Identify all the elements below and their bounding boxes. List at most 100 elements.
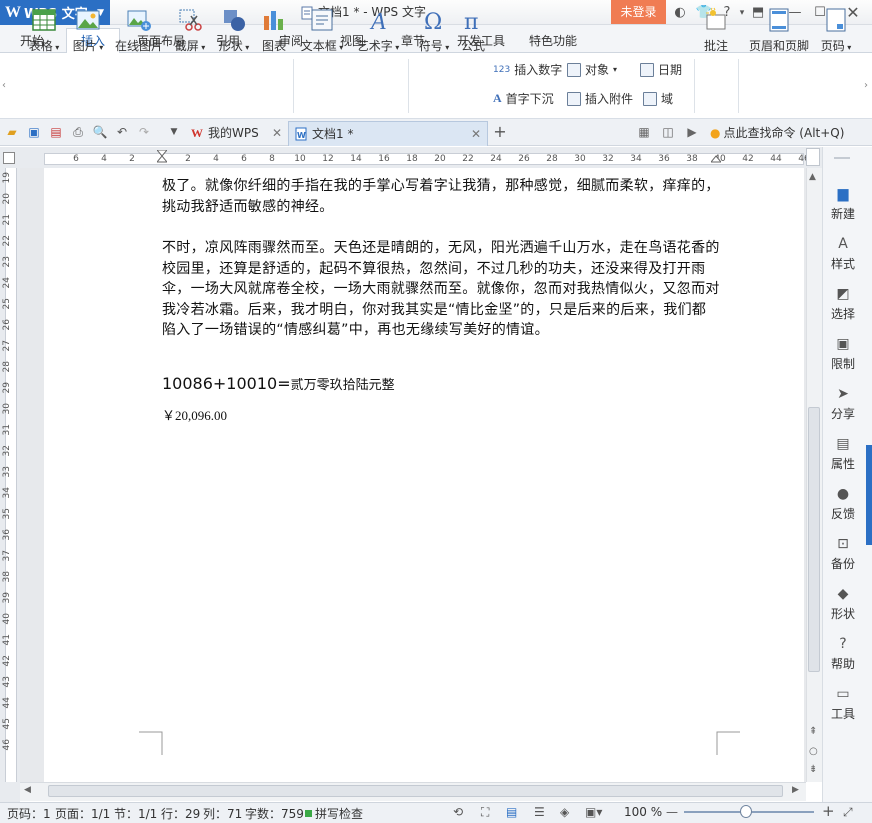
- redo-icon[interactable]: ↷: [136, 124, 152, 140]
- online-picture-button[interactable]: 在线图片: [114, 3, 164, 54]
- zoom-slider-thumb[interactable]: [740, 805, 752, 818]
- side-shape-button[interactable]: ◆ 形状: [824, 586, 862, 622]
- tab-special[interactable]: 特色功能: [529, 29, 577, 53]
- select-browse-icon[interactable]: ○: [809, 746, 818, 757]
- wordart-button[interactable]: A 艺术字 ▾: [354, 3, 402, 54]
- status-row[interactable]: 行：29: [161, 805, 200, 822]
- comment-button[interactable]: 批注: [700, 3, 732, 54]
- object-button[interactable]: 对象 ▾: [567, 61, 617, 78]
- attachment-button[interactable]: 插入附件: [567, 90, 633, 107]
- ruler-tick-label: 38: [686, 154, 698, 164]
- textbox-button[interactable]: 文本框 ▾: [298, 3, 346, 54]
- formula-line[interactable]: 10086+10010=贰万零玖拾陆元整: [162, 374, 395, 393]
- customize-chevron-icon[interactable]: ▼: [166, 124, 182, 140]
- status-pages[interactable]: 页面：1/1: [55, 805, 110, 822]
- side-tools-button[interactable]: ▭ 工具: [824, 686, 862, 722]
- table-button[interactable]: 表格 ▾: [24, 3, 64, 54]
- vertical-scroll-thumb[interactable]: [808, 407, 820, 672]
- symbol-button[interactable]: Ω 符号 ▾: [414, 3, 454, 54]
- side-new-button[interactable]: ▆ 新建: [824, 186, 862, 222]
- status-spell-check[interactable]: 拼写检查: [305, 805, 363, 822]
- open-folder-icon[interactable]: ▰: [4, 124, 20, 140]
- side-style-button[interactable]: A 样式: [824, 236, 862, 272]
- new-tab-plus-icon[interactable]: +: [492, 124, 508, 140]
- web-view-icon[interactable]: ◈: [560, 805, 569, 819]
- side-backup-button[interactable]: ⊡ 备份: [824, 536, 862, 572]
- status-column[interactable]: 列：71: [203, 805, 242, 822]
- status-section[interactable]: 节：1/1: [114, 805, 157, 822]
- status-page-code[interactable]: 页码：1: [7, 805, 51, 822]
- dropcap-button[interactable]: A 首字下沉: [493, 90, 554, 107]
- undo-icon[interactable]: ↶: [114, 124, 130, 140]
- chart-button[interactable]: 图表: [258, 3, 290, 54]
- shape-button[interactable]: 形状 ▾: [214, 3, 254, 54]
- tab-my-wps[interactable]: W 我的WPS ✕: [185, 121, 288, 146]
- attachment-label: 插入附件: [585, 92, 634, 106]
- dropcap-icon: A: [493, 91, 502, 105]
- date-button[interactable]: 日期: [640, 61, 682, 78]
- ruler-toggle-icon[interactable]: [806, 148, 820, 166]
- prev-page-icon[interactable]: ⇞: [809, 726, 817, 737]
- currency-amount[interactable]: ￥20,096.00: [162, 405, 227, 424]
- print-preview-icon[interactable]: 🔍: [92, 124, 108, 140]
- skin-icon[interactable]: ◐: [670, 3, 690, 23]
- print-icon[interactable]: ⎙: [70, 124, 86, 140]
- insert-number-button[interactable]: 123 插入数字: [493, 61, 562, 78]
- side-feedback-button[interactable]: ● 反馈: [824, 486, 862, 522]
- pdf-icon[interactable]: ▤: [48, 124, 64, 140]
- side-properties-button[interactable]: ▤ 属性: [824, 436, 862, 472]
- side-restrict-button[interactable]: ▣ 限制: [824, 336, 862, 372]
- sync-icon[interactable]: ◫: [660, 124, 676, 140]
- formula-button[interactable]: π 公式: [458, 3, 488, 54]
- command-search[interactable]: ● 点此查找命令 (Alt+Q): [710, 124, 844, 141]
- header-footer-button[interactable]: 页眉和页脚: [747, 3, 811, 54]
- history-icon[interactable]: ⟲: [453, 805, 463, 819]
- close-tab-icon[interactable]: ✕: [471, 122, 481, 147]
- paragraph-2[interactable]: 不时，凉风阵雨骤然而至。天色还是晴朗的，无风，阳光洒遍千山万水，走在鸟语花香的校…: [162, 238, 720, 341]
- style-icon: A: [838, 236, 848, 252]
- reading-view-icon[interactable]: ▣▾: [585, 805, 602, 819]
- save-icon[interactable]: ▣: [26, 124, 42, 140]
- comment-label: 批注: [703, 39, 728, 53]
- table-icon: [32, 9, 56, 31]
- horizontal-scroll-thumb[interactable]: [48, 785, 783, 797]
- vertical-ruler-tick-label: 38: [2, 571, 12, 583]
- ribbon-scroll-left-icon[interactable]: ‹: [2, 80, 6, 91]
- picture-icon: [76, 10, 100, 30]
- formula-chinese-amount: 贰万零玖拾陆元整: [290, 378, 395, 393]
- zoom-level[interactable]: 100 %: [624, 805, 662, 819]
- close-tab-icon[interactable]: ✕: [272, 121, 282, 146]
- page-view-icon[interactable]: ▤: [506, 805, 517, 819]
- scroll-right-icon[interactable]: ▶: [792, 785, 799, 795]
- screenshot-button[interactable]: 截屏 ▾: [170, 3, 210, 54]
- next-page-icon[interactable]: ⇟: [809, 764, 817, 775]
- page-corner-mark: [716, 731, 740, 755]
- page-number-button[interactable]: 页码 ▾: [816, 3, 856, 54]
- left-indent-marker[interactable]: [155, 149, 169, 168]
- outline-view-icon[interactable]: ☰: [534, 805, 545, 819]
- picture-button[interactable]: 图片 ▾: [68, 3, 108, 54]
- zoom-out-icon[interactable]: —: [666, 805, 678, 819]
- side-select-button[interactable]: ◩ 选择: [824, 286, 862, 322]
- tab-document[interactable]: W 文档1 * ✕: [288, 121, 488, 146]
- ribbon-separator: [694, 59, 695, 113]
- side-share-button[interactable]: ➤ 分享: [824, 386, 862, 422]
- side-new-label: 新建: [830, 207, 855, 221]
- ribbon-scroll-right-icon[interactable]: ›: [864, 80, 868, 91]
- fit-window-icon[interactable]: ⤢: [843, 805, 853, 820]
- share-icon: ➤: [837, 386, 849, 402]
- side-help-button[interactable]: ? 帮助: [824, 636, 862, 672]
- zoom-in-icon[interactable]: +: [822, 802, 835, 820]
- scroll-up-icon[interactable]: ▲: [809, 172, 816, 182]
- paragraph-1[interactable]: 极了。就像你纤细的手指在我的手掌心写着字让我猜，那种感觉，细腻而柔软，痒痒的，挑…: [162, 176, 720, 217]
- status-word-count[interactable]: 字数：759: [245, 805, 304, 822]
- right-indent-marker[interactable]: [709, 150, 723, 168]
- field-button[interactable]: 域: [643, 90, 673, 107]
- layout-icon[interactable]: ▦: [636, 124, 652, 140]
- scroll-left-icon[interactable]: ◀: [24, 785, 31, 795]
- tab-stop-selector[interactable]: [3, 152, 15, 164]
- fullscreen-icon[interactable]: ⛶: [481, 805, 489, 820]
- share-tab-icon[interactable]: ▶: [684, 124, 700, 140]
- side-panel-collapse-handle[interactable]: [866, 445, 872, 545]
- login-button[interactable]: 未登录: [611, 0, 666, 24]
